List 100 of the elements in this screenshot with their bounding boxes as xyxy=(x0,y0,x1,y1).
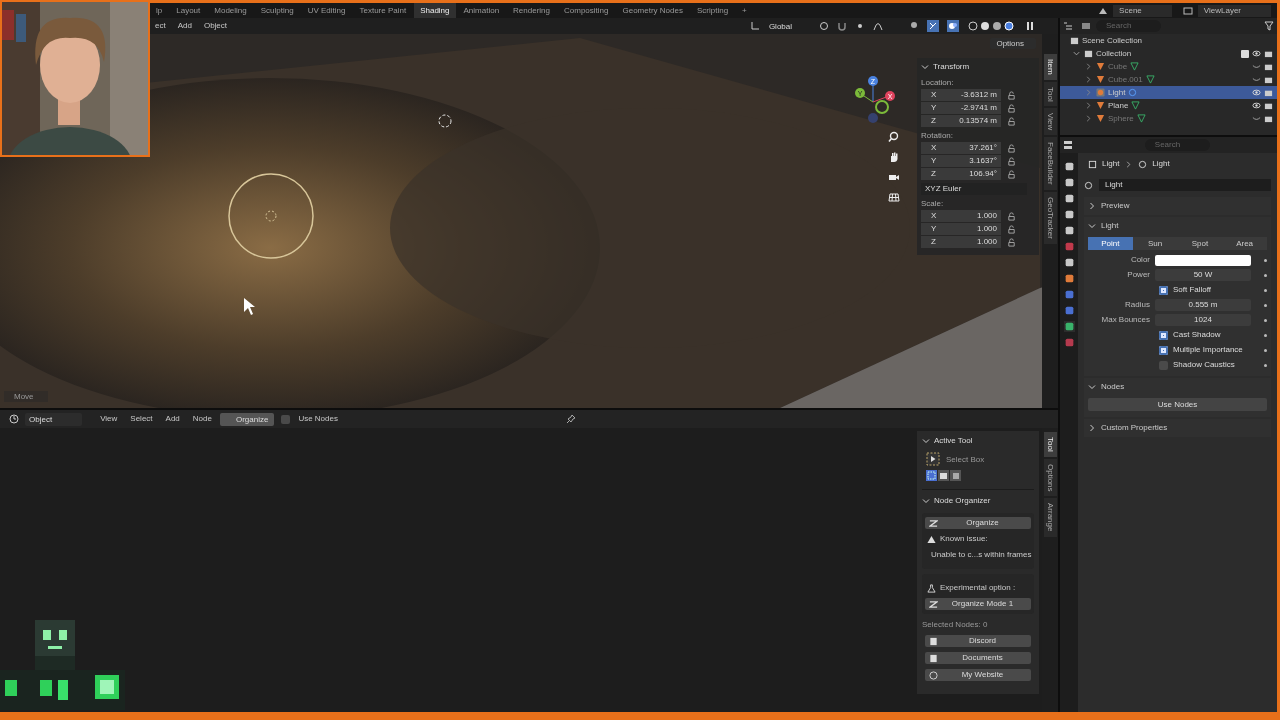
view-layer-field[interactable]: ViewLayer xyxy=(1197,4,1271,17)
menu-item[interactable]: Node xyxy=(187,412,217,426)
sidebar-tab[interactable]: GeoTracker xyxy=(1043,192,1057,245)
light-icon[interactable] xyxy=(1084,180,1093,190)
use-nodes-button[interactable]: Use Nodes xyxy=(1088,398,1267,411)
workspace-tab[interactable]: Scripting xyxy=(690,3,735,18)
workspace-tab[interactable]: Sculpting xyxy=(254,3,300,18)
clock-icon[interactable] xyxy=(9,414,19,424)
operator-panel[interactable]: Move xyxy=(4,391,48,402)
pin-icon[interactable] xyxy=(565,414,576,424)
grid-icon[interactable] xyxy=(888,191,900,203)
checkbox[interactable] xyxy=(1241,49,1249,58)
list-icon[interactable] xyxy=(1063,21,1073,31)
breadcrumb-item[interactable]: Light xyxy=(1102,157,1120,171)
menu-item[interactable]: Add xyxy=(160,412,185,426)
keyframe-dot[interactable] xyxy=(1264,348,1267,352)
square-icon[interactable] xyxy=(1063,193,1075,204)
light-type-tab[interactable]: Point xyxy=(1088,237,1133,250)
tree-item[interactable]: Scene Collection xyxy=(1082,34,1143,47)
number-field[interactable]: Z 1.000 xyxy=(921,236,1001,248)
scene-field[interactable]: Scene xyxy=(1113,4,1172,17)
number-field[interactable]: Z 106.94° xyxy=(921,168,1001,180)
keyframe-dot[interactable] xyxy=(1264,333,1267,337)
organize-mode-button[interactable]: Organize Mode 1 xyxy=(925,598,1031,610)
sidebar-tab[interactable]: Options xyxy=(1043,458,1057,497)
light-type-tab[interactable]: Sun xyxy=(1132,237,1178,250)
link-button[interactable]: My Website xyxy=(925,669,1031,681)
square-icon[interactable] xyxy=(1063,225,1075,236)
square-icon[interactable] xyxy=(1063,257,1075,268)
editor-type-dropdown[interactable]: Object xyxy=(25,412,83,426)
keyframe-dot[interactable] xyxy=(1264,318,1267,322)
filter-icon[interactable] xyxy=(1264,21,1274,31)
tree-row[interactable]: Plane xyxy=(1060,99,1277,112)
checkbox[interactable] xyxy=(1159,330,1168,340)
number-field[interactable]: Y -2.9741 m xyxy=(921,102,1001,114)
number-field[interactable]: X 37.261° xyxy=(921,142,1001,154)
keyframe-dot[interactable] xyxy=(1264,288,1267,292)
chevron-icon[interactable] xyxy=(921,63,929,71)
eye-icon[interactable] xyxy=(1252,49,1261,58)
pause-icon[interactable] xyxy=(1025,21,1035,31)
chevron-icon[interactable] xyxy=(922,497,930,505)
shading-buttons[interactable] xyxy=(968,21,1016,31)
chevron-icon[interactable] xyxy=(1088,383,1096,391)
number-field[interactable]: Y 1.000 xyxy=(921,223,1001,235)
eye-icon[interactable] xyxy=(1252,88,1261,97)
lock-icon[interactable] xyxy=(1007,90,1016,100)
lock-icon[interactable] xyxy=(1007,237,1016,247)
visibility-icon[interactable] xyxy=(909,21,919,31)
organize-button[interactable]: Organize xyxy=(925,517,1031,529)
number-field[interactable]: X -3.6312 m xyxy=(921,89,1001,101)
dot-icon[interactable] xyxy=(855,21,865,31)
closed-eye-icon[interactable] xyxy=(1252,114,1261,123)
panel-title[interactable]: Nodes xyxy=(1101,380,1125,394)
layers-icon[interactable] xyxy=(1182,5,1193,16)
menu-item[interactable]: ect xyxy=(150,19,171,33)
checkbox[interactable] xyxy=(281,414,291,424)
square-icon[interactable] xyxy=(1063,209,1075,220)
select-box-icon[interactable] xyxy=(926,452,940,466)
sidebar-tab[interactable]: Tool xyxy=(1043,81,1057,107)
chevron-icon[interactable] xyxy=(1088,202,1096,210)
number-field[interactable]: Y 3.1637° xyxy=(921,155,1001,167)
sidebar-tab[interactable]: Arrange xyxy=(1043,498,1057,537)
zoom-icon[interactable] xyxy=(888,131,900,143)
square-icon[interactable] xyxy=(1063,177,1075,188)
workspace-tab[interactable]: Layout xyxy=(170,3,207,18)
overlay-icon[interactable] xyxy=(947,20,959,32)
keyframe-dot[interactable] xyxy=(1264,273,1267,277)
menu-item[interactable]: Select xyxy=(125,412,158,426)
link-button[interactable]: Discord xyxy=(925,635,1031,647)
workspace-tab[interactable]: Modeling xyxy=(208,3,253,18)
menu-item[interactable]: View xyxy=(95,412,123,426)
light-type-tab[interactable]: Spot xyxy=(1177,237,1223,250)
lock-icon[interactable] xyxy=(1007,156,1016,166)
number-field[interactable]: X 1.000 xyxy=(921,210,1001,222)
number-field[interactable]: Z 0.13574 m xyxy=(921,115,1001,127)
lock-icon[interactable] xyxy=(1007,224,1016,234)
gizmo-icon[interactable] xyxy=(927,20,939,32)
magnet-icon[interactable] xyxy=(837,21,847,31)
chevron-icon[interactable] xyxy=(922,437,930,445)
panel-title[interactable]: Light xyxy=(1101,219,1119,233)
panel-title[interactable]: Preview xyxy=(1101,199,1130,213)
number-field[interactable]: 0.555 m xyxy=(1155,299,1251,311)
selection-mode-buttons[interactable] xyxy=(926,470,962,481)
lock-icon[interactable] xyxy=(1007,169,1016,179)
rotation-mode-dropdown[interactable]: XYZ Euler xyxy=(921,183,1027,195)
workspace-tab[interactable]: UV Editing xyxy=(301,3,352,18)
keyframe-dot[interactable] xyxy=(1264,258,1267,262)
curve-icon[interactable] xyxy=(873,21,883,31)
lock-icon[interactable] xyxy=(1007,143,1016,153)
color-swatch[interactable] xyxy=(1155,254,1251,266)
light-type-tab[interactable]: Area xyxy=(1222,237,1267,250)
chevron-icon[interactable] xyxy=(1072,49,1081,58)
sidebar-tab[interactable]: Item xyxy=(1043,54,1057,80)
display-mode-icon[interactable] xyxy=(1081,21,1091,31)
sidebar-tab[interactable]: FaceBuilder xyxy=(1043,137,1057,191)
keyframe-dot[interactable] xyxy=(1264,363,1267,367)
square-icon[interactable] xyxy=(1063,273,1075,284)
workspace-tab[interactable]: Compositing xyxy=(558,3,615,18)
lock-icon[interactable] xyxy=(1007,103,1016,113)
chevron-icon[interactable] xyxy=(1088,424,1096,432)
